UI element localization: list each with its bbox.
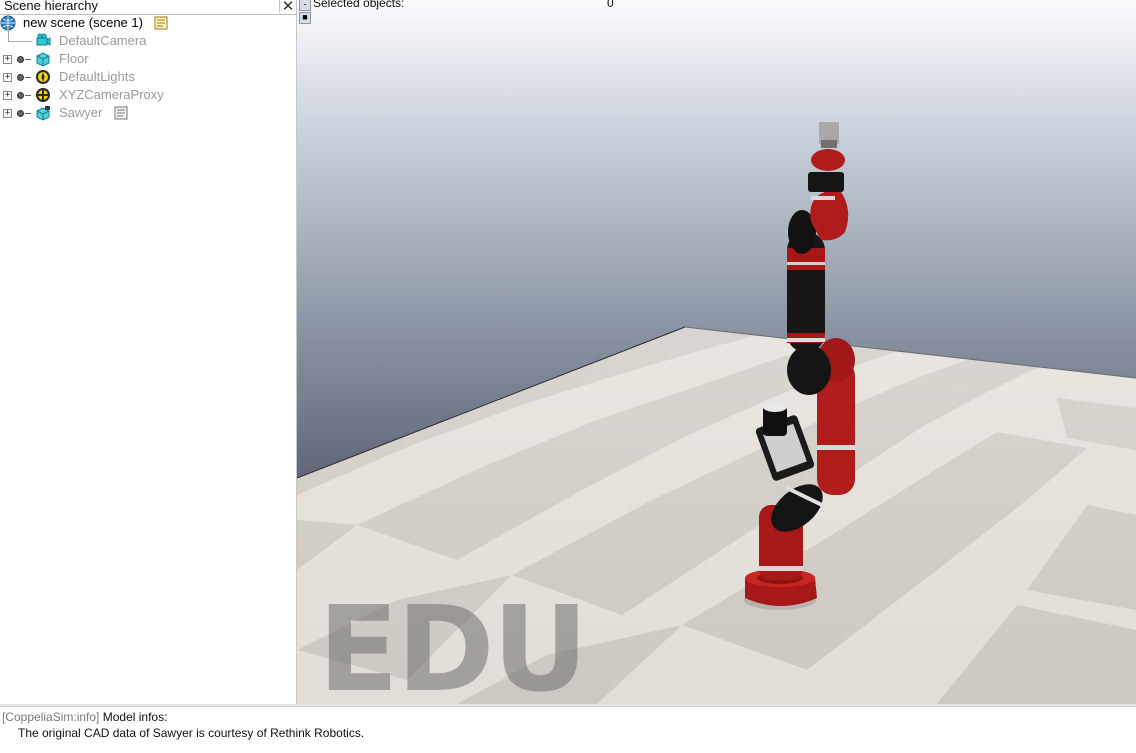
scene-hierarchy-title: Scene hierarchy: [4, 0, 98, 13]
tree-item-label: Sawyer: [59, 105, 103, 120]
expand-icon[interactable]: +: [3, 73, 12, 82]
tree-item-label: XYZCameraProxy: [59, 87, 164, 102]
expand-icon[interactable]: +: [3, 55, 12, 64]
visibility-dot-icon[interactable]: [17, 56, 24, 63]
visibility-dot-icon[interactable]: [17, 74, 24, 81]
dummy-icon: [36, 88, 50, 102]
expand-icon[interactable]: +: [3, 91, 12, 100]
minimize-icon[interactable]: -: [299, 0, 311, 11]
tree-item-label: DefaultLights: [59, 69, 135, 84]
scene-hierarchy-panel: Scene hierarchy ✕ new scene (scene 1) De…: [0, 0, 297, 704]
tree-item-scene[interactable]: new scene (scene 1): [0, 14, 296, 32]
restore-icon[interactable]: ■: [299, 12, 311, 24]
status-bar: [CoppeliaSim:info] Model infos: The orig…: [0, 706, 1136, 753]
camera-icon: [36, 33, 51, 46]
selected-objects-label: Selected objects:: [313, 0, 405, 10]
tree-item-floor[interactable]: + Floor: [0, 50, 296, 68]
visibility-dot-icon[interactable]: [17, 92, 24, 99]
tree-item-label: Floor: [59, 51, 89, 66]
script-icon[interactable]: [153, 15, 169, 31]
info-message: The original CAD data of Sawyer is court…: [18, 726, 365, 740]
light-icon: [36, 70, 50, 84]
tree-item-label: new scene (scene 1): [23, 15, 143, 30]
tree-item-defaultcamera[interactable]: DefaultCamera: [0, 24, 296, 50]
close-icon[interactable]: ✕: [279, 0, 296, 14]
visibility-dot-icon[interactable]: [17, 110, 24, 117]
info-title: Model infos:: [99, 710, 168, 724]
selected-objects-count: 0: [607, 0, 614, 10]
tree-item-xyzcameraproxy[interactable]: + XYZCameraProxy: [0, 86, 296, 104]
info-line: [CoppeliaSim:info] Model infos:: [2, 710, 167, 724]
script-icon[interactable]: [113, 105, 129, 121]
model-icon: [36, 106, 50, 121]
cube-icon: [36, 52, 50, 67]
scene-hierarchy-titlebar: Scene hierarchy ✕: [0, 0, 296, 15]
info-prefix: [CoppeliaSim:info]: [2, 710, 100, 724]
selection-info-bar: - ■ Selected objects: 0: [297, 0, 1136, 24]
tree-item-sawyer[interactable]: + Sawyer: [0, 104, 296, 122]
tree-item-label: DefaultCamera: [59, 33, 147, 48]
tree-item-defaultlights[interactable]: + DefaultLights: [0, 68, 296, 86]
expand-icon[interactable]: +: [3, 109, 12, 118]
edu-watermark: EDU: [318, 580, 588, 718]
